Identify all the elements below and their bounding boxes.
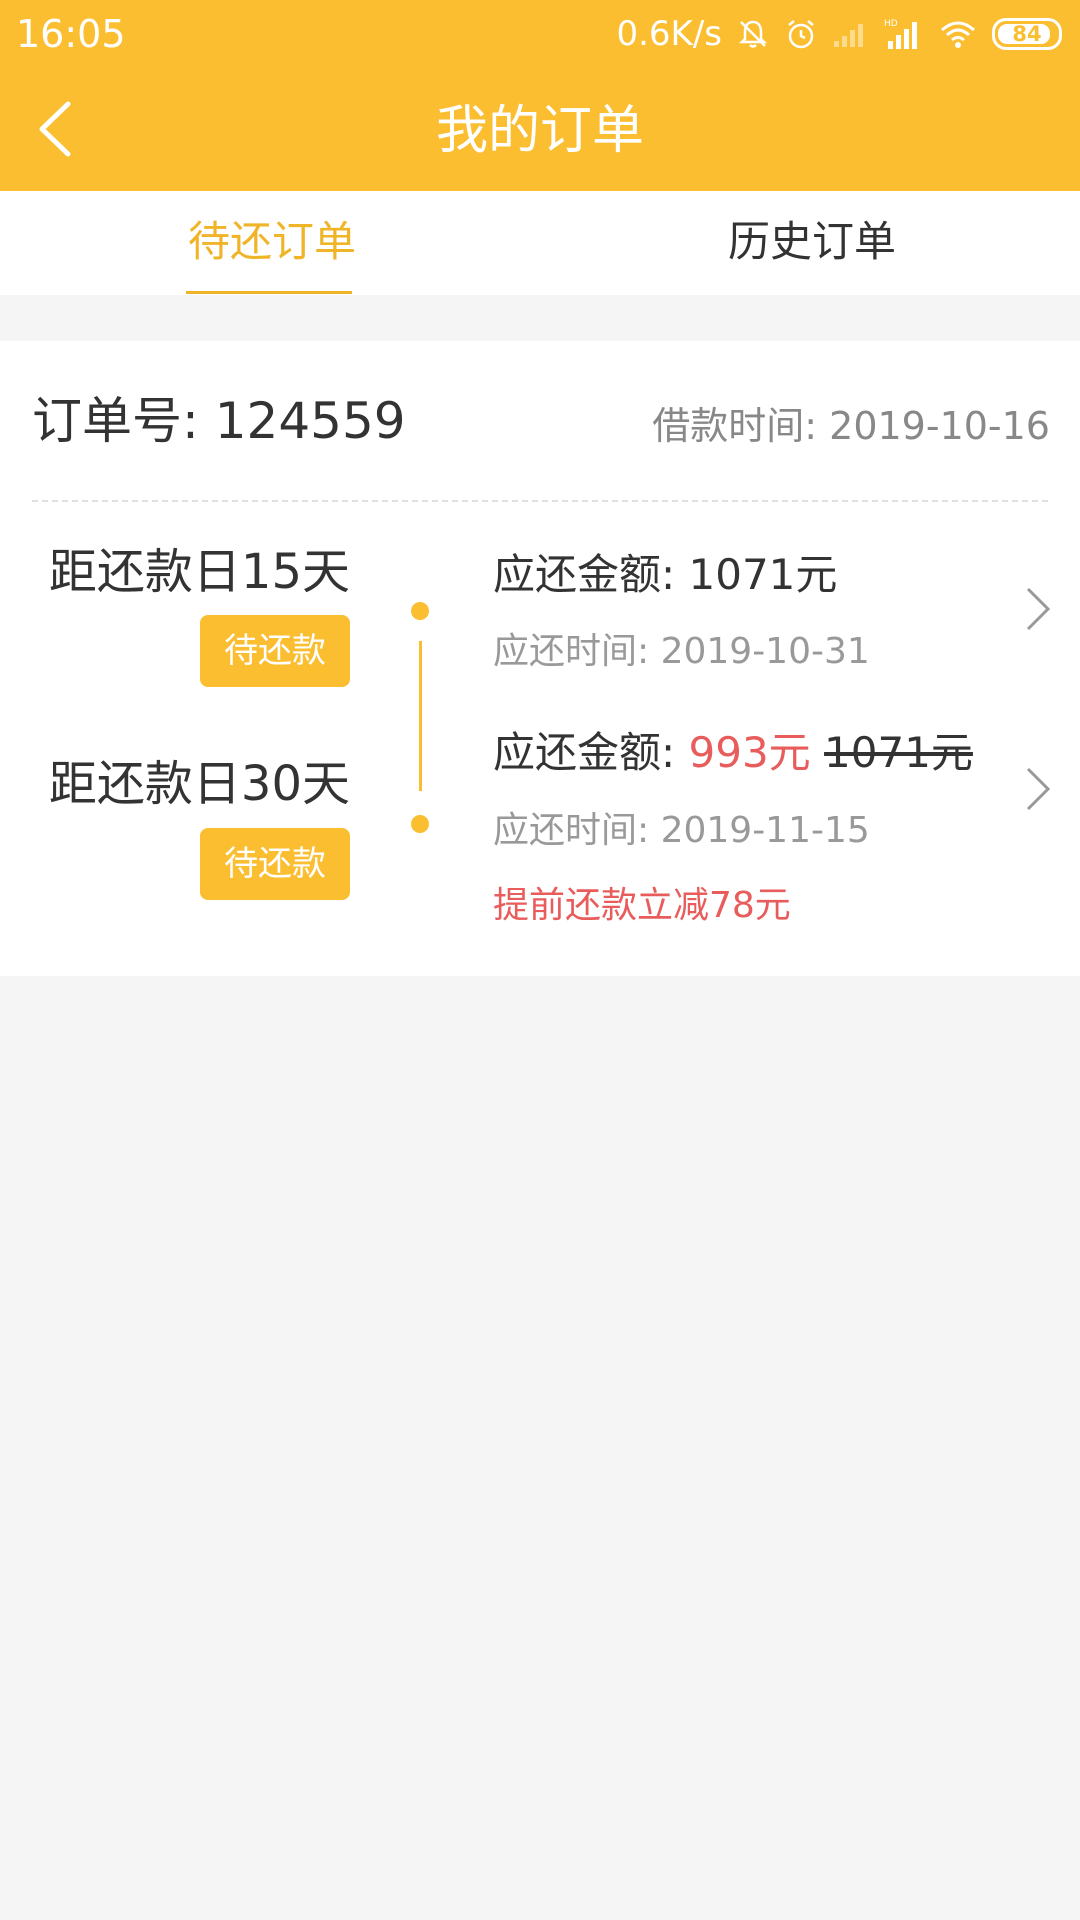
days-until-due-1: 距还款日15天 <box>48 544 350 600</box>
page-title: 我的订单 <box>435 101 644 161</box>
signal-icon <box>834 24 863 47</box>
active-tab-indicator <box>186 291 352 294</box>
tab-history-orders[interactable]: 历史订单 <box>728 217 896 267</box>
amount-value-1: 1071元 <box>688 550 838 599</box>
timeline-dot-1 <box>411 602 429 620</box>
chevron-right-icon[interactable] <box>1018 759 1058 819</box>
amount-due-2[interactable]: 应还金额: 993元 1071元 <box>493 725 973 781</box>
status-badge-1[interactable]: 待还款 <box>200 615 350 687</box>
hd-signal-icon: HD <box>884 19 917 49</box>
amount-original: 1071元 <box>824 728 973 777</box>
amount-due-1[interactable]: 应还金额: 1071元 <box>493 547 837 603</box>
order-number: 订单号: 124559 <box>32 392 406 450</box>
order-card: 订单号: 124559 借款时间: 2019-10-16 距还款日15天 待还款… <box>0 341 1080 976</box>
due-time-1: 应还时间: 2019-10-31 <box>493 631 870 672</box>
divider <box>32 500 1048 502</box>
wifi-icon <box>941 21 975 48</box>
timeline-line <box>419 641 422 791</box>
battery-icon: 84 <box>992 18 1062 50</box>
mute-icon <box>738 20 768 48</box>
chevron-right-icon[interactable] <box>1018 579 1058 639</box>
days-until-due-2: 距还款日30天 <box>48 756 350 812</box>
status-icons: 0.6K/s HD 84 <box>616 12 1062 56</box>
app-header: 16:05 0.6K/s HD 84 我的订单 <box>0 0 1080 191</box>
status-time: 16:05 <box>16 12 126 56</box>
battery-level: 84 <box>1012 22 1042 46</box>
early-repay-promo: 提前还款立减78元 <box>493 885 791 926</box>
order-tabs: 待还订单 历史订单 <box>0 191 1080 295</box>
net-speed: 0.6K/s <box>616 14 722 54</box>
amount-label-1: 应还金额: <box>493 550 676 599</box>
amount-discounted: 993元 <box>688 728 811 777</box>
tab-pending-orders[interactable]: 待还订单 <box>188 217 356 267</box>
due-time-2: 应还时间: 2019-11-15 <box>493 810 870 851</box>
loan-date: 借款时间: 2019-10-16 <box>652 404 1050 448</box>
status-bar: 16:05 0.6K/s HD 84 <box>0 0 1080 68</box>
status-badge-2[interactable]: 待还款 <box>200 828 350 900</box>
alarm-icon <box>788 20 814 49</box>
svg-text:HD: HD <box>884 19 898 29</box>
amount-label-2: 应还金额: <box>493 728 676 777</box>
timeline-dot-2 <box>411 815 429 833</box>
